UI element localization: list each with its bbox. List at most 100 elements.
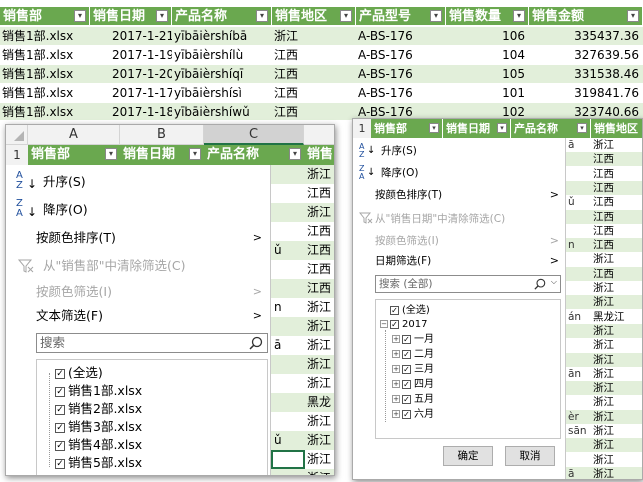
- checkbox[interactable]: ✓: [402, 379, 411, 389]
- table-cell[interactable]: 106: [446, 27, 529, 46]
- table-cell[interactable]: 319841.76: [529, 84, 643, 103]
- filter-dropdown-button[interactable]: ▾: [429, 123, 439, 133]
- table-cell[interactable]: yībāièrshíbā: [172, 27, 272, 46]
- filter-dropdown-button[interactable]: ▾: [289, 148, 301, 160]
- table-cell[interactable]: 2017-1-20: [90, 65, 172, 84]
- checkbox[interactable]: ✓: [55, 422, 65, 433]
- filter-list-item[interactable]: ✓ (全选): [55, 364, 103, 382]
- checkbox[interactable]: ✓: [402, 364, 411, 374]
- chevron-down-icon[interactable]: ⌵: [551, 277, 557, 287]
- checkbox[interactable]: ✓: [55, 404, 65, 415]
- table-cell[interactable]: 江西: [272, 103, 356, 120]
- table-cell[interactable]: 335437.36: [529, 27, 643, 46]
- table-cell[interactable]: yībāièrshíqī: [172, 65, 272, 84]
- checkbox[interactable]: ✓: [55, 368, 65, 379]
- sort-descending-item[interactable]: ZA ↓ 降序(O): [353, 164, 565, 182]
- table-cell[interactable]: 331538.46: [529, 65, 643, 84]
- sort-ascending-item[interactable]: AZ ↓ 升序(S): [353, 142, 565, 160]
- filter-dropdown-button[interactable]: ▾: [156, 10, 168, 22]
- table-cell[interactable]: 2017-1-17: [90, 84, 172, 103]
- tree-item-year[interactable]: − ✓ 2017: [380, 318, 427, 332]
- expand-icon[interactable]: +: [392, 335, 400, 343]
- filter-dropdown-button[interactable]: ▾: [577, 123, 587, 133]
- filter-dropdown-button[interactable]: ▾: [627, 10, 639, 22]
- table-cell[interactable]: A-BS-176: [356, 84, 446, 103]
- table-cell[interactable]: 浙江: [272, 27, 356, 46]
- search-input[interactable]: 搜索 (全部) ⌵: [375, 275, 561, 293]
- expand-icon[interactable]: +: [392, 410, 400, 418]
- column-header-b[interactable]: B: [120, 125, 204, 145]
- column-header-a[interactable]: A: [28, 125, 120, 145]
- table-cell[interactable]: 104: [446, 46, 529, 65]
- collapse-icon[interactable]: −: [380, 320, 388, 328]
- filter-dropdown-button[interactable]: ▾: [497, 123, 507, 133]
- table-cell[interactable]: 101: [446, 84, 529, 103]
- checkbox[interactable]: ✓: [402, 394, 411, 404]
- tree-item-month[interactable]: + ✓ 二月: [392, 348, 434, 362]
- ok-button[interactable]: 确定: [443, 446, 493, 466]
- tree-item-month[interactable]: + ✓ 六月: [392, 408, 434, 422]
- cancel-button[interactable]: 取消: [505, 446, 555, 466]
- row-number[interactable]: 1: [6, 145, 28, 165]
- filter-dropdown-button[interactable]: ▾: [430, 10, 442, 22]
- table-cell[interactable]: 销售1部.xlsx: [0, 103, 90, 120]
- text-filter-item[interactable]: 文本筛选(F) >: [6, 305, 270, 327]
- sort-by-color-item[interactable]: 按颜色排序(T) >: [6, 227, 270, 249]
- table-cell[interactable]: 销售1部.xlsx: [0, 65, 90, 84]
- checkbox[interactable]: ✓: [402, 409, 411, 419]
- table-cell[interactable]: yībāièrshísì: [172, 84, 272, 103]
- tree-item-month[interactable]: + ✓ 一月: [392, 333, 434, 347]
- checkbox[interactable]: ✓: [55, 440, 65, 451]
- filter-dropdown-button[interactable]: ▾: [513, 10, 525, 22]
- sort-by-color-item[interactable]: 按颜色排序(T) >: [353, 186, 565, 204]
- checkbox[interactable]: ✓: [390, 305, 399, 315]
- table-cell[interactable]: yībāièrshílù: [172, 46, 272, 65]
- sort-ascending-item[interactable]: AZ ↓ 升序(S): [6, 171, 270, 193]
- expand-icon[interactable]: +: [392, 350, 400, 358]
- filter-list-item[interactable]: ✓ 销售2部.xlsx: [55, 400, 142, 418]
- select-all-corner[interactable]: [6, 125, 28, 145]
- filter-list-item[interactable]: ✓ 销售3部.xlsx: [55, 418, 142, 436]
- table-cell[interactable]: A-BS-176: [356, 46, 446, 65]
- table-cell[interactable]: A-BS-176: [356, 65, 446, 84]
- filter-list-item[interactable]: ✓ 销售4部.xlsx: [55, 436, 142, 454]
- filter-dropdown-button[interactable]: ▾: [74, 10, 86, 22]
- filter-dropdown-button[interactable]: ▾: [105, 148, 117, 160]
- table-cell[interactable]: A-BS-176: [356, 27, 446, 46]
- table-cell[interactable]: 江西: [272, 84, 356, 103]
- expand-icon[interactable]: +: [392, 380, 400, 388]
- table-cell[interactable]: 销售1部.xlsx: [0, 46, 90, 65]
- column-header-c[interactable]: C: [204, 125, 304, 145]
- column-header-d[interactable]: [304, 125, 334, 145]
- checkbox[interactable]: ✓: [55, 386, 65, 397]
- table-cell[interactable]: 105: [446, 65, 529, 84]
- date-filter-item[interactable]: 日期筛选(F) >: [353, 252, 565, 270]
- filter-list-item[interactable]: ✓ 销售1部.xlsx: [55, 382, 142, 400]
- table-cell[interactable]: 2017-1-19: [90, 46, 172, 65]
- table-cell[interactable]: 江西: [272, 65, 356, 84]
- search-input[interactable]: 搜索: [36, 333, 268, 353]
- filter-dropdown-button[interactable]: ▾: [189, 148, 201, 160]
- table-cell[interactable]: 销售1部.xlsx: [0, 84, 90, 103]
- tree-item-month[interactable]: + ✓ 四月: [392, 378, 434, 392]
- sort-descending-item[interactable]: ZA ↓ 降序(O): [6, 199, 270, 221]
- row-number[interactable]: 1: [353, 119, 371, 138]
- checkbox[interactable]: ✓: [402, 349, 411, 359]
- table-cell[interactable]: yībāièrshíwǔ: [172, 103, 272, 120]
- filter-list-item[interactable]: ✓ 销售5部.xlsx: [55, 454, 142, 472]
- tree-item-select-all[interactable]: ✓ (全选): [390, 304, 430, 318]
- checkbox[interactable]: ✓: [402, 334, 411, 344]
- table-cell[interactable]: 327639.56: [529, 46, 643, 65]
- table-cell[interactable]: 销售1部.xlsx: [0, 27, 90, 46]
- filter-dropdown-button[interactable]: ▾: [340, 10, 352, 22]
- table-cell[interactable]: 2017-1-18: [90, 103, 172, 120]
- tree-item-month[interactable]: + ✓ 五月: [392, 393, 434, 407]
- expand-icon[interactable]: +: [392, 395, 400, 403]
- table-cell[interactable]: 2017-1-21: [90, 27, 172, 46]
- expand-icon[interactable]: +: [392, 365, 400, 373]
- filter-dropdown-button[interactable]: ▾: [256, 10, 268, 22]
- checkbox[interactable]: ✓: [55, 458, 65, 469]
- tree-item-month[interactable]: + ✓ 三月: [392, 363, 434, 377]
- checkbox[interactable]: ✓: [390, 319, 399, 329]
- table-cell[interactable]: 江西: [272, 46, 356, 65]
